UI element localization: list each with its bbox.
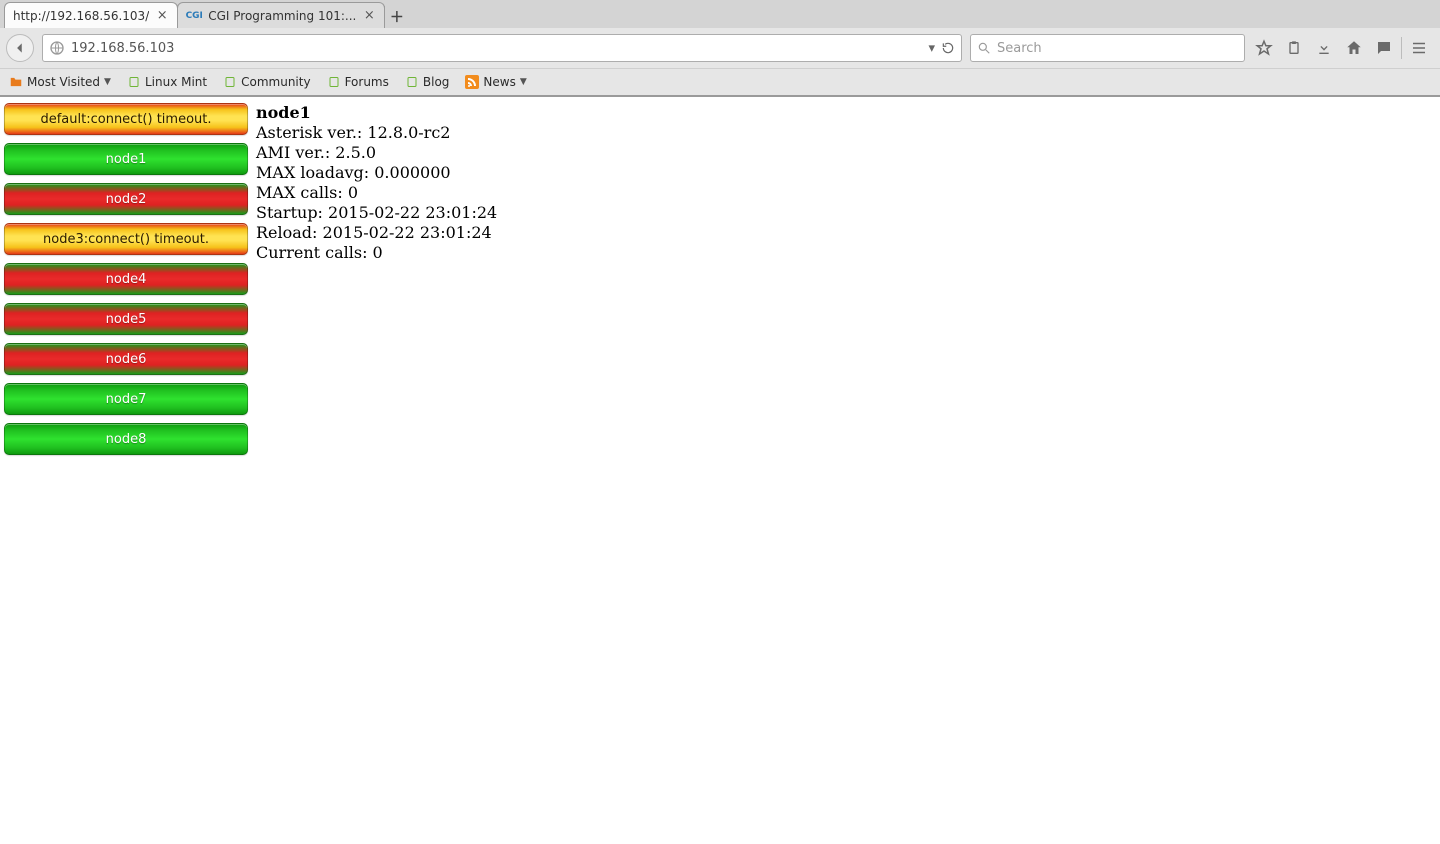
chevron-down-icon: ▼ bbox=[104, 77, 111, 87]
info-ami: AMI ver.: 2.5.0 bbox=[256, 143, 497, 163]
tab-strip: http://192.168.56.103/ × CGI CGI Program… bbox=[0, 0, 1440, 28]
bookmark-label: Community bbox=[241, 75, 310, 89]
bookmark-news[interactable]: News ▼ bbox=[462, 73, 529, 91]
page-content: default:connect() timeout. node1 node2 n… bbox=[0, 97, 1440, 844]
search-box[interactable]: Search bbox=[970, 34, 1245, 62]
node-list: default:connect() timeout. node1 node2 n… bbox=[0, 97, 252, 844]
node-button-node1[interactable]: node1 bbox=[4, 143, 248, 175]
page-icon bbox=[223, 75, 237, 89]
folder-icon bbox=[9, 75, 23, 89]
rss-icon bbox=[465, 75, 479, 89]
bookmark-star-button[interactable] bbox=[1249, 34, 1279, 62]
bookmark-linux-mint[interactable]: Linux Mint bbox=[124, 73, 210, 91]
back-button[interactable] bbox=[6, 34, 34, 62]
info-reload: Reload: 2015-02-22 23:01:24 bbox=[256, 223, 497, 243]
node-label: node8 bbox=[106, 432, 147, 447]
bookmark-label: News bbox=[483, 75, 515, 89]
node-button-node2[interactable]: node2 bbox=[4, 183, 248, 215]
node-label: node5 bbox=[106, 312, 147, 327]
menu-button[interactable] bbox=[1404, 34, 1434, 62]
node-button-node7[interactable]: node7 bbox=[4, 383, 248, 415]
node-button-node4[interactable]: node4 bbox=[4, 263, 248, 295]
url-text: 192.168.56.103 bbox=[71, 41, 922, 56]
url-right-icons: ▾ bbox=[928, 41, 955, 56]
bookmark-community[interactable]: Community bbox=[220, 73, 313, 91]
node-label: node2 bbox=[106, 192, 147, 207]
toolbar-divider bbox=[1401, 37, 1402, 59]
bookmark-bar: Most Visited ▼ Linux Mint Community Foru… bbox=[0, 68, 1440, 96]
info-maxcalls: MAX calls: 0 bbox=[256, 183, 497, 203]
tab-1[interactable]: CGI CGI Programming 101:... × bbox=[177, 2, 385, 28]
reload-icon[interactable] bbox=[941, 41, 955, 55]
new-tab-button[interactable]: ＋ bbox=[384, 6, 408, 28]
search-icon bbox=[977, 41, 991, 55]
bookmark-label: Forums bbox=[345, 75, 389, 89]
page-icon bbox=[327, 75, 341, 89]
home-button[interactable] bbox=[1339, 34, 1369, 62]
arrow-left-icon bbox=[13, 41, 27, 55]
downloads-button[interactable] bbox=[1309, 34, 1339, 62]
bookmark-forums[interactable]: Forums bbox=[324, 73, 392, 91]
navigation-bar: 192.168.56.103 ▾ Search bbox=[0, 28, 1440, 68]
info-pane: node1 Asterisk ver.: 12.8.0-rc2 AMI ver.… bbox=[252, 97, 501, 844]
info-title: node1 bbox=[256, 103, 497, 123]
node-label: node7 bbox=[106, 392, 147, 407]
page-icon bbox=[127, 75, 141, 89]
node-button-default[interactable]: default:connect() timeout. bbox=[4, 103, 248, 135]
node-button-node3[interactable]: node3:connect() timeout. bbox=[4, 223, 248, 255]
search-placeholder: Search bbox=[997, 41, 1042, 56]
tab-label: CGI Programming 101:... bbox=[208, 9, 356, 23]
node-button-node6[interactable]: node6 bbox=[4, 343, 248, 375]
bookmark-most-visited[interactable]: Most Visited ▼ bbox=[6, 73, 114, 91]
node-button-node5[interactable]: node5 bbox=[4, 303, 248, 335]
tab-label: http://192.168.56.103/ bbox=[13, 9, 149, 23]
node-label: node3:connect() timeout. bbox=[43, 232, 209, 247]
info-asterisk: Asterisk ver.: 12.8.0-rc2 bbox=[256, 123, 497, 143]
bookmark-blog[interactable]: Blog bbox=[402, 73, 453, 91]
url-bar[interactable]: 192.168.56.103 ▾ bbox=[42, 34, 962, 62]
info-startup: Startup: 2015-02-22 23:01:24 bbox=[256, 203, 497, 223]
close-icon[interactable]: × bbox=[362, 9, 376, 23]
close-icon[interactable]: × bbox=[155, 9, 169, 23]
bookmark-label: Most Visited bbox=[27, 75, 100, 89]
info-current: Current calls: 0 bbox=[256, 243, 497, 263]
dropdown-icon[interactable]: ▾ bbox=[928, 41, 935, 56]
bookmark-label: Linux Mint bbox=[145, 75, 207, 89]
browser-chrome: http://192.168.56.103/ × CGI CGI Program… bbox=[0, 0, 1440, 97]
tab-0[interactable]: http://192.168.56.103/ × bbox=[4, 2, 178, 28]
node-label: node4 bbox=[106, 272, 147, 287]
node-label: node1 bbox=[106, 152, 147, 167]
favicon-icon: CGI bbox=[186, 8, 202, 24]
info-loadavg: MAX loadavg: 0.000000 bbox=[256, 163, 497, 183]
globe-icon bbox=[49, 40, 65, 56]
node-label: default:connect() timeout. bbox=[40, 112, 211, 127]
bookmark-label: Blog bbox=[423, 75, 450, 89]
chat-button[interactable] bbox=[1369, 34, 1399, 62]
toolbar-icons bbox=[1249, 34, 1434, 62]
node-button-node8[interactable]: node8 bbox=[4, 423, 248, 455]
chevron-down-icon: ▼ bbox=[520, 77, 527, 87]
node-label: node6 bbox=[106, 352, 147, 367]
page-icon bbox=[405, 75, 419, 89]
clipboard-button[interactable] bbox=[1279, 34, 1309, 62]
